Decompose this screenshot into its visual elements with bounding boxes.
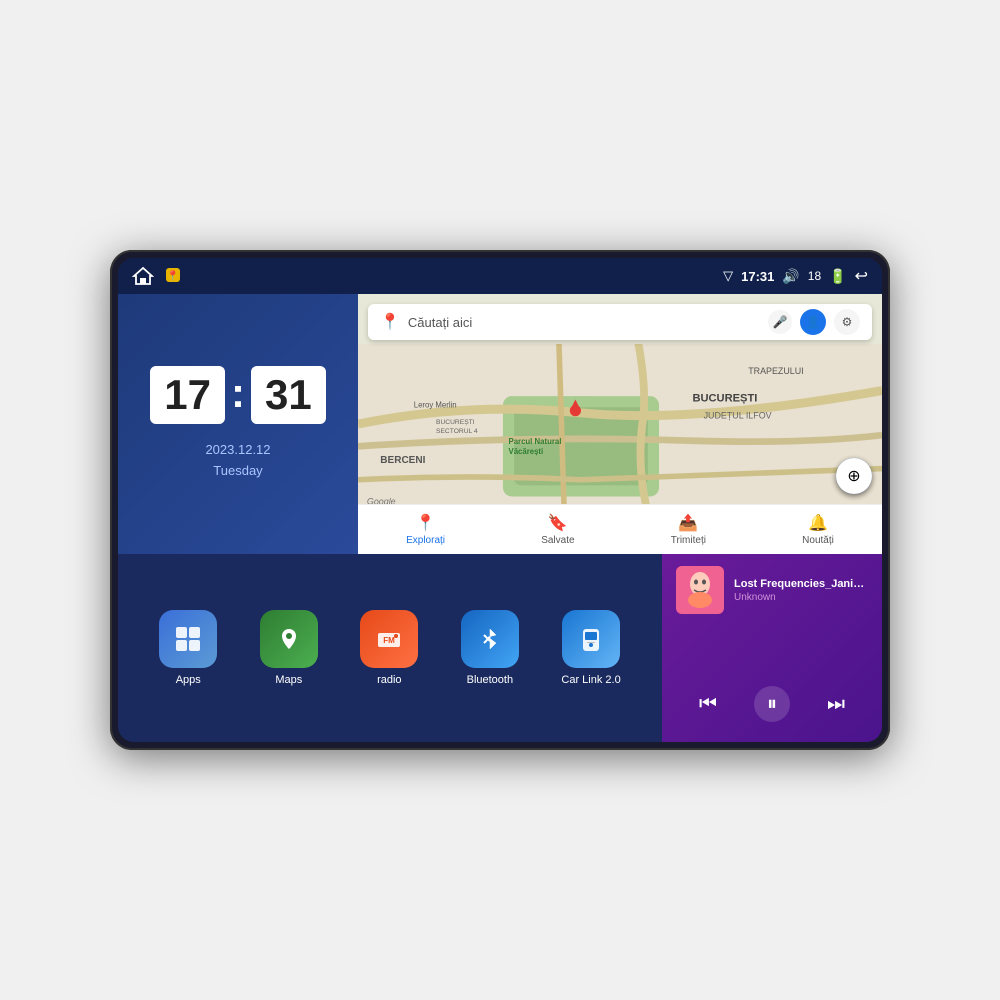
bluetooth-icon	[461, 610, 519, 668]
battery-level: 18	[808, 269, 821, 283]
radio-icon: FM	[360, 610, 418, 668]
share-icon: 📤	[678, 513, 698, 533]
radio-label: radio	[377, 674, 401, 686]
svg-text:JUDEȚUL ILFOV: JUDEȚUL ILFOV	[704, 410, 772, 420]
map-search-placeholder[interactable]: Căutați aici	[408, 315, 760, 330]
bottom-section: Apps Maps	[118, 554, 882, 742]
home-icon[interactable]	[132, 266, 154, 286]
map-nav-news[interactable]: 🔔 Noutăți	[802, 513, 834, 546]
svg-text:Parcul Natural: Parcul Natural	[509, 437, 562, 446]
volume-icon: 🔊	[782, 268, 799, 285]
status-left-icons: 📍	[132, 266, 182, 286]
map-widget[interactable]: 📍 Căutați aici 🎤 👤 ⚙	[358, 294, 882, 554]
apps-icon	[159, 610, 217, 668]
status-bar: 📍 ▽ 17:31 🔊 18 🔋 ↩	[118, 258, 882, 294]
map-bottom-bar: 📍 Explorați 🔖 Salvate 📤 Trimiteți �	[358, 504, 882, 554]
music-info: Lost Frequencies_Janieck Devy-... Unknow…	[676, 566, 868, 614]
music-controls: ⏮ ⏸ ⏭	[676, 678, 868, 730]
music-artist: Unknown	[734, 592, 868, 603]
music-prev-button[interactable]: ⏮	[690, 686, 726, 722]
car-display-device: 📍 ▽ 17:31 🔊 18 🔋 ↩ 17 :	[110, 250, 890, 750]
main-content: 17 : 31 2023.12.12 Tuesday 📍 Căutați aic…	[118, 294, 882, 742]
svg-text:TRAPEZULUI: TRAPEZULUI	[748, 366, 803, 376]
svg-text:BUCUREȘTI: BUCUREȘTI	[436, 419, 475, 426]
svg-text:FM: FM	[384, 636, 396, 645]
back-button[interactable]: ↩	[855, 266, 868, 286]
svg-text:BUCUREȘTI: BUCUREȘTI	[692, 393, 757, 405]
saved-icon: 🔖	[548, 513, 568, 533]
svg-text:Văcărești: Văcărești	[509, 447, 544, 456]
music-text-info: Lost Frequencies_Janieck Devy-... Unknow…	[734, 578, 868, 603]
time-display: 17:31	[741, 269, 774, 284]
app-item-maps[interactable]: Maps	[260, 610, 318, 686]
music-title: Lost Frequencies_Janieck Devy-...	[734, 578, 868, 590]
map-logo-pin-icon: 📍	[380, 312, 400, 332]
device-screen: 📍 ▽ 17:31 🔊 18 🔋 ↩ 17 :	[118, 258, 882, 742]
clock-colon: :	[231, 369, 245, 417]
app-item-radio[interactable]: FM radio	[360, 610, 418, 686]
maps-shortcut-icon[interactable]: 📍	[164, 266, 182, 286]
svg-text:📍: 📍	[167, 269, 179, 282]
top-section: 17 : 31 2023.12.12 Tuesday 📍 Căutați aic…	[118, 294, 882, 554]
app-item-carlink[interactable]: Car Link 2.0	[561, 610, 620, 686]
map-settings-button[interactable]: ⚙	[834, 309, 860, 335]
battery-icon: 🔋	[829, 268, 846, 285]
svg-text:Google: Google	[367, 496, 396, 504]
clock-widget: 17 : 31 2023.12.12 Tuesday	[118, 294, 358, 554]
svg-text:SECTORUL 4: SECTORUL 4	[436, 428, 478, 435]
music-next-button[interactable]: ⏭	[818, 686, 854, 722]
app-item-bluetooth[interactable]: Bluetooth	[461, 610, 519, 686]
music-album-art	[676, 566, 724, 614]
svg-text:BERCENI: BERCENI	[380, 455, 425, 466]
carlink-icon	[562, 610, 620, 668]
clock-display: 17 : 31	[150, 366, 325, 424]
bluetooth-label: Bluetooth	[467, 674, 513, 686]
apps-label: Apps	[176, 674, 201, 686]
app-grid: Apps Maps	[118, 554, 662, 742]
map-illustration: BUCUREȘTI JUDEȚUL ILFOV TRAPEZULUI BERCE…	[358, 344, 882, 504]
explore-icon: 📍	[416, 513, 436, 533]
map-nav-saved[interactable]: 🔖 Salvate	[541, 513, 574, 546]
map-user-button[interactable]: 👤	[800, 309, 826, 335]
clock-minutes: 31	[251, 366, 326, 424]
music-player: Lost Frequencies_Janieck Devy-... Unknow…	[662, 554, 882, 742]
app-item-apps[interactable]: Apps	[159, 610, 217, 686]
saved-label: Salvate	[541, 535, 574, 546]
clock-hours: 17	[150, 366, 225, 424]
news-icon: 🔔	[808, 513, 828, 533]
news-label: Noutăți	[802, 535, 834, 546]
carlink-label: Car Link 2.0	[561, 674, 620, 686]
map-nav-explore[interactable]: 📍 Explorați	[406, 513, 445, 546]
svg-text:Leroy Merlin: Leroy Merlin	[414, 400, 457, 409]
signal-icon: ▽	[723, 268, 733, 284]
share-label: Trimiteți	[671, 535, 706, 546]
map-voice-button[interactable]: 🎤	[768, 310, 792, 334]
map-search-bar[interactable]: 📍 Căutați aici 🎤 👤 ⚙	[368, 304, 872, 340]
explore-label: Explorați	[406, 535, 445, 546]
status-right-icons: ▽ 17:31 🔊 18 🔋 ↩	[723, 266, 868, 286]
maps-label: Maps	[275, 674, 302, 686]
music-play-pause-button[interactable]: ⏸	[754, 686, 790, 722]
map-locate-button[interactable]: ⊕	[836, 458, 872, 494]
map-nav-share[interactable]: 📤 Trimiteți	[671, 513, 706, 546]
maps-icon	[260, 610, 318, 668]
clock-date: 2023.12.12 Tuesday	[205, 440, 270, 482]
